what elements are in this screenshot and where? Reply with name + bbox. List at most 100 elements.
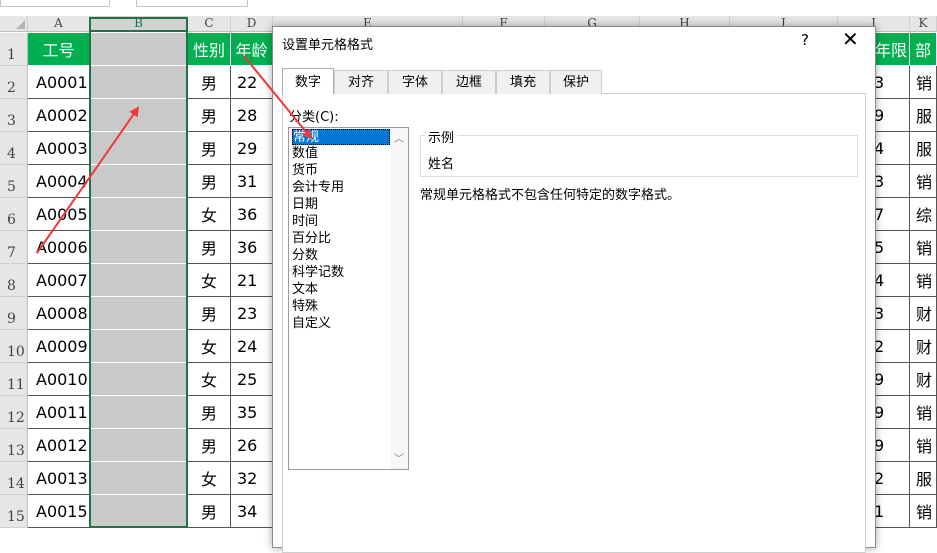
- cell-id[interactable]: A0002: [28, 99, 90, 132]
- cell-gender[interactable]: 男: [188, 132, 231, 165]
- cell-id[interactable]: A0006: [28, 231, 90, 264]
- category-item[interactable]: 日期: [292, 197, 390, 213]
- cell-age[interactable]: 25: [231, 363, 273, 396]
- category-list[interactable]: 常规 数值 货币 会计专用 日期 时间 百分比 分数 科学记数 文本 特殊 自定义 ︿ ﹀: [288, 127, 409, 470]
- cell-age[interactable]: 28: [231, 99, 273, 132]
- cell-name[interactable]: [90, 495, 188, 528]
- cell-dept[interactable]: 销: [910, 66, 937, 99]
- column-header-a[interactable]: A: [28, 16, 90, 32]
- category-item[interactable]: 百分比: [292, 231, 390, 247]
- column-header-k[interactable]: K: [910, 16, 937, 32]
- row-header-12[interactable]: 12: [0, 396, 28, 429]
- cell-gender[interactable]: 男: [188, 165, 231, 198]
- cell-gender[interactable]: 男: [188, 99, 231, 132]
- cell-age[interactable]: 34: [231, 495, 273, 528]
- cell-name[interactable]: [90, 363, 188, 396]
- cell-age[interactable]: 23: [231, 297, 273, 330]
- cell-gender[interactable]: 女: [188, 363, 231, 396]
- category-item[interactable]: 分数: [292, 248, 390, 264]
- cell-dept[interactable]: 销: [910, 396, 937, 429]
- cell-name[interactable]: [90, 264, 188, 297]
- header-cell-gender[interactable]: 性别: [188, 33, 231, 66]
- row-header-3[interactable]: 3: [0, 99, 28, 132]
- cell-gender[interactable]: 男: [188, 297, 231, 330]
- row-header-5[interactable]: 5: [0, 165, 28, 198]
- cell-dept[interactable]: 销: [910, 429, 937, 462]
- formula-input[interactable]: [136, 0, 248, 7]
- cell-dept[interactable]: 综: [910, 198, 937, 231]
- row-header-10[interactable]: 10: [0, 330, 28, 363]
- cell-age[interactable]: 35: [231, 396, 273, 429]
- row-header-7[interactable]: 7: [0, 231, 28, 264]
- row-header-8[interactable]: 8: [0, 264, 28, 297]
- cell-age[interactable]: 21: [231, 264, 273, 297]
- row-header-2[interactable]: 2: [0, 66, 28, 99]
- header-cell-years[interactable]: 年限: [873, 33, 910, 66]
- help-button[interactable]: ?: [801, 31, 809, 49]
- header-cell-age[interactable]: 年龄: [231, 33, 273, 66]
- category-item[interactable]: 自定义: [292, 316, 390, 332]
- cell-dept[interactable]: 销: [910, 231, 937, 264]
- cell-gender[interactable]: 女: [188, 198, 231, 231]
- category-item[interactable]: 数值: [292, 146, 390, 162]
- cell-id[interactable]: A0003: [28, 132, 90, 165]
- close-icon[interactable]: ✕: [842, 29, 859, 49]
- cell-id[interactable]: A0008: [28, 297, 90, 330]
- category-item[interactable]: 会计专用: [292, 180, 390, 196]
- tab-alignment[interactable]: 对齐: [334, 70, 388, 94]
- cell-dept[interactable]: 服: [910, 99, 937, 132]
- cell-dept[interactable]: 销: [910, 495, 937, 528]
- cell-dept[interactable]: 财: [910, 330, 937, 363]
- tab-border[interactable]: 边框: [442, 70, 496, 94]
- column-header-d[interactable]: D: [231, 16, 273, 32]
- tab-fill[interactable]: 填充: [496, 70, 550, 94]
- cell-dept[interactable]: 服: [910, 132, 937, 165]
- scroll-down-icon[interactable]: ﹀: [394, 450, 404, 465]
- header-cell-id[interactable]: 工号: [28, 33, 90, 66]
- row-header-6[interactable]: 6: [0, 198, 28, 231]
- cell-name[interactable]: [90, 330, 188, 363]
- cell-id[interactable]: A0013: [28, 462, 90, 495]
- cell-name[interactable]: [90, 99, 188, 132]
- tab-number[interactable]: 数字: [282, 68, 334, 94]
- tab-protection[interactable]: 保护: [550, 70, 602, 94]
- row-header-9[interactable]: 9: [0, 297, 28, 330]
- row-header-14[interactable]: 14: [0, 462, 28, 495]
- select-all-corner[interactable]: [0, 16, 28, 32]
- category-item[interactable]: 科学记数: [292, 265, 390, 281]
- cell-gender[interactable]: 女: [188, 462, 231, 495]
- header-cell-name[interactable]: [90, 33, 188, 66]
- cell-name[interactable]: [90, 165, 188, 198]
- cell-dept[interactable]: 财: [910, 363, 937, 396]
- row-header-1[interactable]: 1: [0, 33, 28, 66]
- cell-id[interactable]: A0015: [28, 495, 90, 528]
- column-header-b[interactable]: B: [90, 16, 188, 32]
- cell-gender[interactable]: 男: [188, 495, 231, 528]
- cell-name[interactable]: [90, 66, 188, 99]
- category-item[interactable]: 特殊: [292, 299, 390, 315]
- header-cell-dept[interactable]: 部: [910, 33, 937, 66]
- cell-name[interactable]: [90, 231, 188, 264]
- cell-age[interactable]: 29: [231, 132, 273, 165]
- cell-gender[interactable]: 男: [188, 231, 231, 264]
- cell-id[interactable]: A0001: [28, 66, 90, 99]
- cell-gender[interactable]: 男: [188, 429, 231, 462]
- cell-name[interactable]: [90, 132, 188, 165]
- column-header-c[interactable]: C: [188, 16, 231, 32]
- cell-age[interactable]: 24: [231, 330, 273, 363]
- cell-gender[interactable]: 男: [188, 66, 231, 99]
- cell-id[interactable]: A0011: [28, 396, 90, 429]
- cell-dept[interactable]: 销: [910, 165, 937, 198]
- cell-dept[interactable]: 销: [910, 264, 937, 297]
- category-item[interactable]: 货币: [292, 163, 390, 179]
- cell-id[interactable]: A0009: [28, 330, 90, 363]
- cell-name[interactable]: [90, 462, 188, 495]
- category-scrollbar[interactable]: ︿ ﹀: [391, 128, 408, 469]
- cell-dept[interactable]: 财: [910, 297, 937, 330]
- cell-id[interactable]: A0007: [28, 264, 90, 297]
- name-box[interactable]: [0, 0, 110, 7]
- row-header-4[interactable]: 4: [0, 132, 28, 165]
- cell-id[interactable]: A0010: [28, 363, 90, 396]
- cell-age[interactable]: 36: [231, 231, 273, 264]
- cell-name[interactable]: [90, 429, 188, 462]
